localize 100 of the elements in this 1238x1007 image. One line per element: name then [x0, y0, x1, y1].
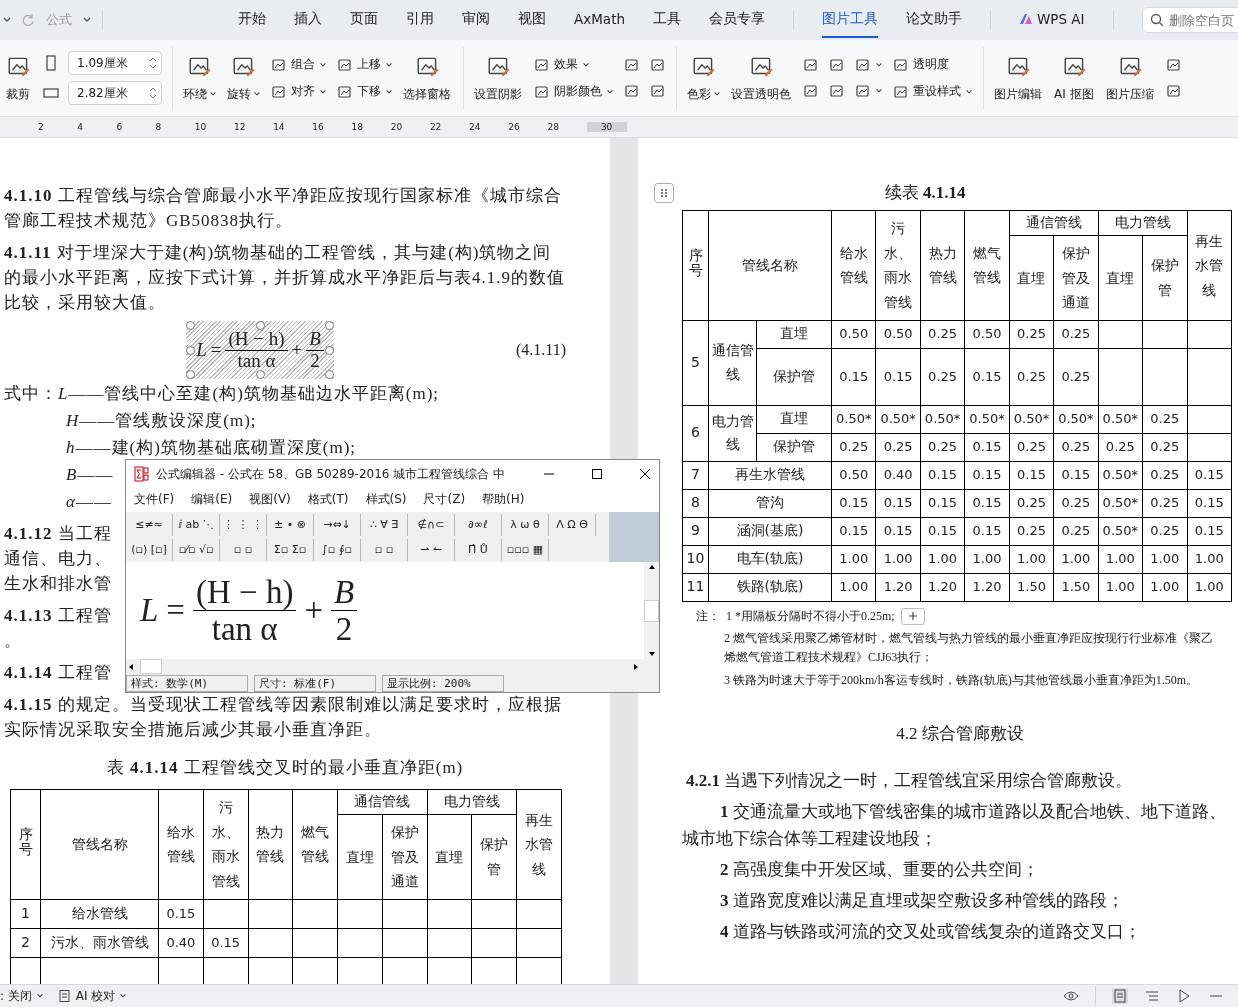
- ribbon-button[interactable]: 对齐: [271, 83, 327, 100]
- table-cell: 0.25: [1053, 517, 1099, 546]
- status-button[interactable]: : 关闭: [0, 987, 44, 1005]
- ribbon-tab[interactable]: 页面: [350, 2, 378, 38]
- ribbon-tab[interactable]: 图片工具: [822, 2, 878, 38]
- ribbon-tab[interactable]: 会员专享: [709, 2, 765, 38]
- table-cell: 0.15: [831, 517, 876, 546]
- ribbon-button[interactable]: 设置阴影: [474, 53, 524, 103]
- table-cell: 再生水管线: [708, 461, 832, 490]
- ribbon-button[interactable]: 选择窗格: [403, 53, 453, 103]
- symbol-palette-button[interactable]: →⇔↓: [314, 513, 361, 536]
- table-cell: 0.25: [1053, 348, 1099, 406]
- ai-button[interactable]: WPS AI: [1019, 3, 1085, 37]
- symbol-palette-button[interactable]: ≤≠≈: [126, 513, 173, 536]
- ribbon-button[interactable]: 裁剪: [6, 53, 32, 103]
- menu-item[interactable]: 样式(S): [365, 491, 407, 509]
- ribbon-button[interactable]: 旋转: [227, 53, 261, 103]
- symbol-palette-button[interactable]: ⅈ ab ⋱: [173, 513, 220, 536]
- table-cell: 0.15: [1187, 461, 1232, 490]
- symbol-palette-button[interactable]: ∫▫ ∮▫: [314, 538, 361, 561]
- paragraph: 4.1.11 对于埋深大于建(构)筑物基础的工程管线，其与建(构)筑物之间的最小水平距离，应按下式计算，并折算成水平净距后与表4.1.9的数值比较，采用较大值。: [4, 242, 566, 314]
- text-line: 通信、电力、: [4, 548, 112, 570]
- table-cell: 保护管: [756, 348, 832, 406]
- table-cell: 0.50*: [1098, 461, 1143, 490]
- ribbon-tab[interactable]: AxMath: [574, 3, 625, 37]
- menu-item[interactable]: 视图(V): [249, 491, 291, 509]
- ribbon-button[interactable]: 阴影颜色: [534, 83, 614, 100]
- table-cell: 0.50: [831, 461, 876, 490]
- search-field[interactable]: 删除空白页: [1141, 7, 1238, 33]
- ribbon-tab[interactable]: 视图: [518, 2, 546, 38]
- symbol-palette-button[interactable]: ± • ⊗: [267, 513, 314, 536]
- symbol-palette-button[interactable]: ⋮ ⋮ ⋮: [220, 513, 267, 536]
- table-cell: 0.50*: [964, 405, 1010, 434]
- table-cell: 0.25: [1142, 489, 1187, 518]
- table-cell: 0.25: [920, 348, 965, 406]
- size-spin-field[interactable]: 1.09厘米: [68, 51, 162, 75]
- symbol-palette-button[interactable]: ⇀ ↼: [408, 538, 455, 561]
- symbol-palette-button[interactable]: ▫▫▫ ▦: [502, 538, 549, 561]
- ribbon-tab[interactable]: 引用: [406, 2, 434, 38]
- status-button[interactable]: AI 校对: [57, 987, 128, 1005]
- table-header-cell: 电力管线: [1098, 210, 1187, 236]
- menu-item[interactable]: 文件(F): [134, 491, 175, 509]
- table-cell: 8: [682, 489, 709, 518]
- symbol-palette-button[interactable]: ∉∩⊂: [408, 513, 455, 536]
- table-cell: 0.15: [1187, 517, 1232, 546]
- ribbon-button[interactable]: AI 抠图: [1054, 53, 1096, 103]
- table-header-cell: 管线名称: [40, 789, 159, 900]
- paragraph: 4.1.14 工程管: [4, 662, 112, 684]
- table-cell: 0.15: [964, 489, 1010, 518]
- ribbon-button[interactable]: 重设样式: [893, 83, 973, 100]
- ribbon-tab[interactable]: 审阅: [462, 2, 490, 38]
- menu-item[interactable]: 尺寸(Z): [423, 491, 466, 509]
- table-cell: 1.00: [1187, 545, 1232, 574]
- ribbon-button[interactable]: 图片压缩: [1105, 53, 1156, 103]
- table-cell: 0.25: [1009, 348, 1054, 406]
- symbol-palette-button[interactable]: Σ▫ Σ▫: [267, 538, 314, 561]
- table-cell: 0.15: [920, 461, 965, 490]
- ribbon-button[interactable]: 色彩: [687, 53, 721, 103]
- ribbon-button[interactable]: 下移: [337, 83, 393, 100]
- symbol-palette-button[interactable]: λ ω θ: [502, 513, 549, 536]
- ribbon-tab[interactable]: 论文助手: [906, 2, 962, 38]
- symbol-palette-button[interactable]: (▫) [▫]: [126, 538, 173, 561]
- ribbon-button[interactable]: 环绕: [183, 53, 217, 103]
- table-header-cell: 通信管线: [1009, 210, 1099, 236]
- ribbon-button[interactable]: 图片编辑: [994, 53, 1044, 103]
- ribbon-button[interactable]: 效果: [534, 56, 614, 73]
- table-cell: 0.25: [1009, 517, 1054, 546]
- table-cell: 6: [682, 405, 709, 462]
- ribbon-tab[interactable]: 开始: [238, 2, 266, 38]
- table-header-cell: 热力管线: [920, 210, 965, 321]
- ribbon-tab[interactable]: 工具: [653, 2, 681, 38]
- ribbon-button[interactable]: 上移: [337, 56, 393, 73]
- symbol-palette-button[interactable]: ▫⁄▫ √▫: [173, 538, 220, 561]
- ribbon-button[interactable]: 设置透明色: [731, 53, 793, 103]
- symbol-palette-button[interactable]: ▫ ▫: [361, 538, 408, 561]
- text-line: 。: [4, 630, 22, 652]
- menu-item[interactable]: 帮助(H): [482, 491, 525, 509]
- symbol-palette-button[interactable]: ∂∞ℓ: [455, 513, 502, 536]
- ribbon-button[interactable]: 透明度: [893, 56, 973, 73]
- table-cell: 1.20: [920, 573, 965, 602]
- size-spin-field[interactable]: 2.82厘米: [68, 81, 162, 105]
- symbol-palette-button[interactable]: Π̂ Ů: [455, 538, 502, 561]
- table-cell: 1.00: [1098, 545, 1143, 574]
- ribbon-tab[interactable]: 插入: [294, 2, 322, 38]
- menu-item[interactable]: 编辑(E): [191, 491, 233, 509]
- window-title: 公式编辑器 - 公式在 58、GB 50289-2016 城市工程管线综合 中: [156, 465, 507, 483]
- menu-item[interactable]: 格式(T): [307, 491, 349, 509]
- table-cell: 通信管线: [708, 320, 757, 406]
- table-header-cell: 序号: [10, 789, 41, 900]
- table-cell: 1.00: [964, 545, 1010, 574]
- table-cell: 0.15: [964, 461, 1010, 490]
- table-cell: 1: [10, 899, 41, 929]
- table-cell: 1.50: [1053, 573, 1099, 602]
- table-header-cell: 直埋: [1098, 235, 1143, 321]
- list-item: 2 高强度集中开发区域、重要的公共空间；: [719, 858, 1040, 881]
- symbol-palette-button[interactable]: ∴ ∀ ∃: [361, 513, 408, 536]
- symbol-palette-button[interactable]: Λ Ω Θ: [549, 513, 596, 536]
- symbol-palette-button[interactable]: ▫ ▫: [220, 538, 267, 561]
- table-cell: 0.50*: [1098, 489, 1143, 518]
- ribbon-button[interactable]: 组合: [271, 56, 327, 73]
